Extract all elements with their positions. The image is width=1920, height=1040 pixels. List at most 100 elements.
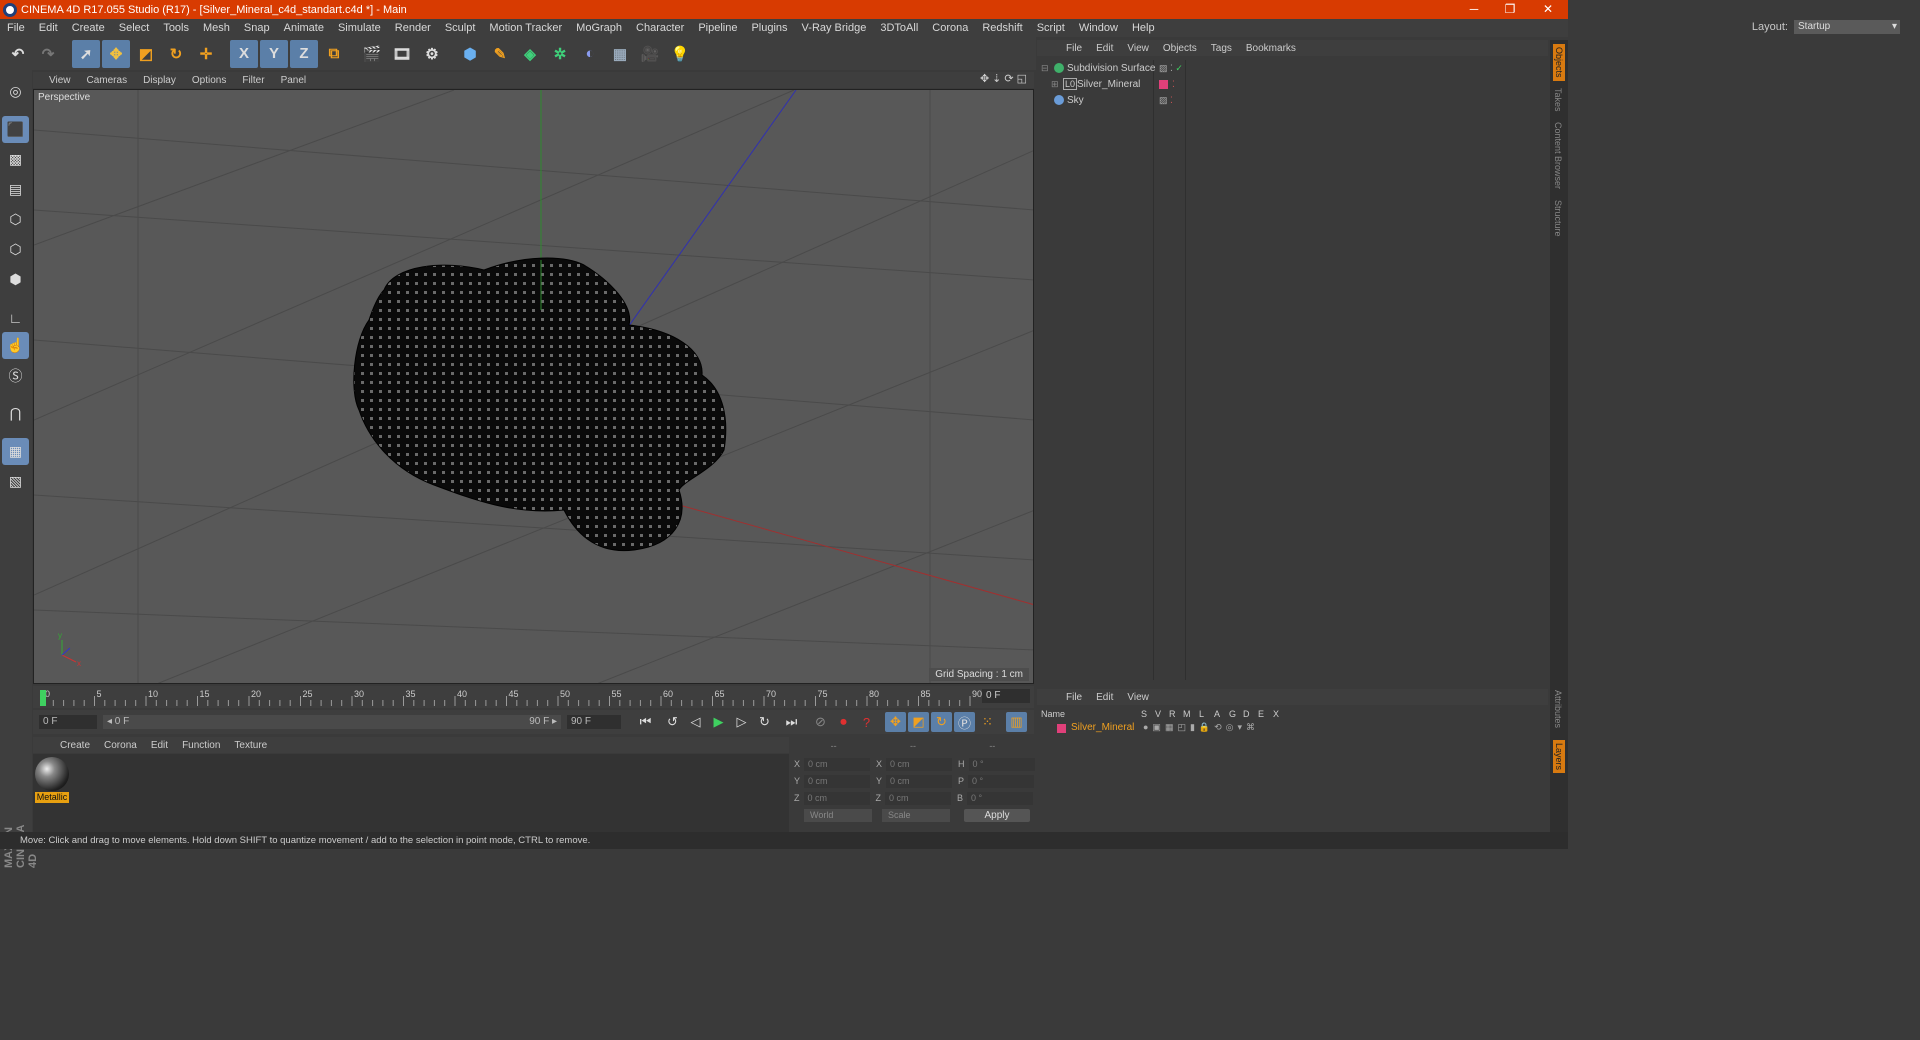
menu-edit[interactable]: Edit [32,22,65,34]
col-xref[interactable]: X [1273,709,1279,719]
subdivision-surface-icon[interactable]: ◈ [516,40,544,68]
layout-dropdown[interactable]: Startup [1794,20,1900,34]
texture-mode-icon[interactable]: ▩ [2,146,29,173]
menu-motion-tracker[interactable]: Motion Tracker [482,22,569,34]
coordinate-space-dropdown[interactable]: World [804,809,872,822]
viewport-menu-filter[interactable]: Filter [234,75,272,86]
layer-menu-edit[interactable]: Edit [1089,692,1120,703]
rotation-h-field[interactable]: 0 ° [968,757,1035,771]
viewport-menu-cameras[interactable]: Cameras [79,75,136,86]
menu-vray-bridge[interactable]: V-Ray Bridge [795,22,874,34]
magnet-icon[interactable]: ⋂ [2,400,29,427]
position-y-field[interactable]: 0 cm [804,774,871,788]
menu-mograph[interactable]: MoGraph [569,22,629,34]
rotation-p-field[interactable]: 0 ° [968,774,1035,788]
coordinate-system-icon[interactable]: ⧉ [320,40,348,68]
size-x-field[interactable]: 0 cm [886,757,953,771]
size-mode-dropdown[interactable]: Scale [882,809,950,822]
visibility-dots-icon[interactable]: ▨ ⁚ ✓ [1159,63,1183,74]
minimize-button[interactable]: ─ [1456,0,1492,19]
cloner-icon[interactable]: ✲ [546,40,574,68]
object-row-subdivision-surface[interactable]: ⊟ Subdivision Surface ▨ ⁚ ✓ [1039,60,1544,76]
expand-icon[interactable]: ⊞ [1051,79,1059,90]
visibility-dots-icon[interactable]: ⁚ [1172,79,1175,90]
workplane-lock-icon[interactable]: ▦ [2,438,29,465]
menu-help[interactable]: Help [1125,22,1162,34]
key-scale-icon[interactable]: ◩ [908,712,929,732]
cube-primitive-icon[interactable]: ⬢ [456,40,484,68]
restore-button[interactable]: ❐ [1492,0,1528,19]
undo-icon[interactable]: ↶ [4,40,32,68]
move-tool-icon[interactable]: ✥ [102,39,130,68]
col-generators[interactable]: G [1229,709,1236,719]
position-x-field[interactable]: 0 cm [804,757,871,771]
next-frame-icon[interactable]: ▷ [731,712,752,732]
edges-mode-icon[interactable]: ⬡ [2,236,29,263]
model-mode-icon[interactable]: ⬛ [2,116,29,143]
deformer-icon[interactable]: ◐ [576,40,604,68]
obj-menu-view[interactable]: View [1120,43,1156,54]
visibility-dots-icon[interactable]: ▨ ⁚ [1159,95,1173,106]
viewport-menu-display[interactable]: Display [135,75,184,86]
col-expressions[interactable]: E [1258,709,1264,719]
redo-icon[interactable]: ↷ [34,40,62,68]
obj-menu-bookmarks[interactable]: Bookmarks [1239,43,1303,54]
tab-layers[interactable]: Layers [1553,740,1565,774]
layer-menu-view[interactable]: View [1120,692,1156,703]
col-view[interactable]: V [1155,709,1161,719]
menu-select[interactable]: Select [112,22,157,34]
menu-render[interactable]: Render [388,22,438,34]
col-solo[interactable]: S [1141,709,1147,719]
col-locked[interactable]: L [1199,709,1204,719]
light-icon[interactable]: 💡 [666,40,694,68]
menu-create[interactable]: Create [65,22,112,34]
viewport-menu-options[interactable]: Options [184,75,234,86]
go-to-end-icon[interactable]: ⏭ [781,712,802,732]
col-animation[interactable]: A [1214,709,1220,719]
viewport-menu-view[interactable]: View [41,75,79,86]
position-z-field[interactable]: 0 cm [803,791,870,805]
layer-menu-file[interactable]: File [1059,692,1089,703]
tab-attributes[interactable]: Attributes [1553,690,1563,728]
menu-script[interactable]: Script [1030,22,1072,34]
menu-snap[interactable]: Snap [237,22,277,34]
scale-tool-icon[interactable]: ◩ [132,40,160,68]
auto-keyframe-icon[interactable]: ? [856,712,877,732]
material-thumbnail[interactable]: Metallic [35,757,69,804]
polygons-mode-icon[interactable]: ⬢ [2,266,29,293]
next-key-icon[interactable]: ↻ [754,712,775,732]
mat-menu-texture[interactable]: Texture [227,740,274,751]
menu-plugins[interactable]: Plugins [744,22,794,34]
make-editable-icon[interactable]: ◎ [2,78,29,105]
camera-icon[interactable]: 🎥 [636,40,664,68]
material-tag-icon[interactable] [1159,79,1168,89]
points-mode-icon[interactable]: ⬡ [2,206,29,233]
planar-workplane-icon[interactable]: ▧ [2,468,29,495]
timeline-window-icon[interactable]: ▥ [1006,712,1027,732]
perspective-viewport[interactable]: y x Perspective Grid Spacing : 1 cm [33,89,1034,684]
apply-button[interactable]: Apply [964,809,1030,822]
obj-menu-edit[interactable]: Edit [1089,43,1120,54]
layer-toggle-icons[interactable]: ●▣▦◰▮🔒⟲◎▾⌘ [1143,722,1259,733]
col-render[interactable]: R [1169,709,1176,719]
obj-menu-objects[interactable]: Objects [1156,43,1204,54]
menu-tools[interactable]: Tools [156,22,196,34]
layer-row-silver-mineral[interactable]: Silver_Mineral ●▣▦◰▮🔒⟲◎▾⌘ [1039,722,1544,735]
object-row-silver-mineral[interactable]: ⊞ L0 Silver_Mineral ⁚ [1039,76,1544,92]
menu-redshift[interactable]: Redshift [975,22,1029,34]
frame-range-slider[interactable]: ◂ 0 F 90 F ▸ [103,715,561,729]
playhead[interactable] [40,690,46,706]
menu-simulate[interactable]: Simulate [331,22,388,34]
viewport-menu-panel[interactable]: Panel [273,75,315,86]
y-axis-lock[interactable]: Y [260,39,288,68]
motion-record-icon[interactable]: ⊘ [810,712,831,732]
menu-pipeline[interactable]: Pipeline [691,22,744,34]
menu-character[interactable]: Character [629,22,691,34]
rotate-tool-icon[interactable]: ↻ [162,40,190,68]
select-tool-icon[interactable]: ➚ [72,39,100,68]
current-frame-field[interactable]: 0 F [982,689,1030,703]
mat-menu-corona[interactable]: Corona [97,740,144,751]
tweak-mode-icon[interactable]: ☝ [2,332,29,359]
key-pla-icon[interactable]: ⁙ [977,712,998,732]
workplane-icon[interactable]: ▤ [2,176,29,203]
